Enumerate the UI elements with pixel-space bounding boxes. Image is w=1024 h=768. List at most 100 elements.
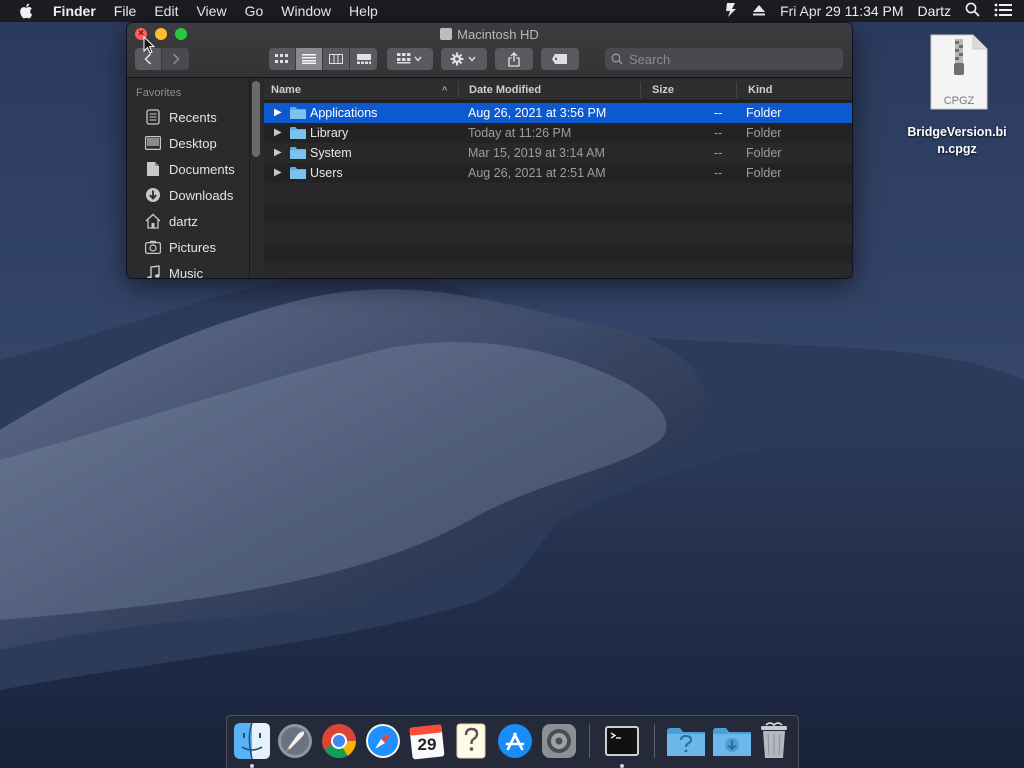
safari-icon <box>366 724 400 758</box>
dock-launchpad[interactable] <box>276 722 314 760</box>
sort-ascending-icon: ^ <box>442 85 448 95</box>
disclosure-triangle-icon[interactable]: ▶ <box>274 147 282 158</box>
sidebar-item-desktop[interactable]: Desktop <box>144 131 217 155</box>
gallery-view-button[interactable] <box>350 48 377 70</box>
desktop-icon <box>144 134 162 152</box>
column-kind[interactable]: Kind <box>748 84 772 96</box>
chrome-icon <box>322 724 356 758</box>
column-separator <box>640 82 641 98</box>
dock-downloads-folder[interactable] <box>711 722 751 760</box>
row-kind: Folder <box>746 166 782 180</box>
menu-view[interactable]: View <box>196 3 226 19</box>
table-row[interactable]: ▶ Applications Aug 26, 2021 at 3:56 PM -… <box>264 103 852 123</box>
column-date-modified[interactable]: Date Modified <box>469 84 541 96</box>
folder-icon <box>290 167 306 179</box>
column-size[interactable]: Size <box>652 84 674 96</box>
share-icon <box>508 51 520 67</box>
app-store-icon <box>498 724 532 758</box>
finder-icon <box>234 722 270 760</box>
group-by-button[interactable] <box>387 48 433 70</box>
dock-calendar[interactable]: 29 <box>408 722 446 760</box>
column-separator <box>458 82 459 98</box>
window-titlebar: × Macintosh HD Search <box>127 23 852 78</box>
desktop-file-name-line1: BridgeVersion.bi <box>907 125 1007 139</box>
notification-center-icon[interactable] <box>994 3 1012 20</box>
dock-system-preferences[interactable] <box>540 722 578 760</box>
disclosure-triangle-icon[interactable]: ▶ <box>274 127 282 138</box>
dock-trash[interactable] <box>757 722 795 760</box>
menu-window[interactable]: Window <box>281 3 331 19</box>
row-name: Library <box>310 126 349 140</box>
table-row[interactable]: ▶ System Mar 15, 2019 at 3:14 AM -- Fold… <box>264 143 852 163</box>
spotlight-search-icon[interactable] <box>965 2 980 20</box>
edit-tags-button[interactable] <box>541 48 579 70</box>
table-row[interactable]: ▶ Library Today at 11:26 PM -- Folder <box>264 123 852 143</box>
dock-app-store[interactable] <box>496 722 534 760</box>
sidebar-item-downloads[interactable]: Downloads <box>144 183 233 207</box>
column-view-button[interactable] <box>323 48 350 70</box>
dock-chrome[interactable] <box>320 722 358 760</box>
eject-icon[interactable] <box>752 3 766 20</box>
desktop-file-icon[interactable]: CPGZ <box>929 33 989 111</box>
sidebar-item-label: Documents <box>169 161 235 177</box>
row-name: Users <box>310 166 343 180</box>
pictures-icon <box>144 238 162 256</box>
menu-edit[interactable]: Edit <box>154 3 178 19</box>
sidebar-item-label: Downloads <box>169 187 234 203</box>
icon-view-button[interactable] <box>269 48 296 70</box>
sidebar-item-documents[interactable]: Documents <box>144 157 235 181</box>
row-size: -- <box>714 146 723 160</box>
menu-bar: Finder File Edit View Go Window Help Fri… <box>0 0 1024 22</box>
empty-row <box>264 263 852 278</box>
row-date: Mar 15, 2019 at 3:14 AM <box>468 146 605 160</box>
menu-file[interactable]: File <box>114 3 137 19</box>
sidebar-item-recents[interactable]: Recents <box>144 105 217 129</box>
sidebar: Favorites Recents Desktop Documents Down… <box>127 79 250 278</box>
sidebar-item-label: Desktop <box>169 135 217 151</box>
row-date: Today at 11:26 PM <box>468 126 572 140</box>
sidebar-scrollbar[interactable] <box>252 81 260 157</box>
disclosure-triangle-icon[interactable]: ▶ <box>274 107 282 118</box>
row-date: Aug 26, 2021 at 3:56 PM <box>468 106 607 120</box>
search-field[interactable]: Search <box>605 48 843 70</box>
dock-divider <box>589 724 590 758</box>
menu-go[interactable]: Go <box>245 3 264 19</box>
forward-button[interactable] <box>162 48 189 70</box>
list-view-button[interactable] <box>296 48 323 70</box>
table-row[interactable]: ▶ Users Aug 26, 2021 at 2:51 AM -- Folde… <box>264 163 852 183</box>
dock-finder[interactable] <box>233 722 271 760</box>
folder-icon <box>290 147 306 159</box>
dock-help-folder[interactable] <box>665 722 705 760</box>
file-type-badge: CPGZ <box>943 95 975 107</box>
dock: 29 <box>226 715 799 768</box>
sidebar-item-pictures[interactable]: Pictures <box>144 235 216 259</box>
sidebar-item-home[interactable]: dartz <box>144 209 198 233</box>
sidebar-item-label: Recents <box>169 109 217 125</box>
tool-status-icon[interactable] <box>724 2 738 21</box>
menu-help[interactable]: Help <box>349 3 378 19</box>
disclosure-triangle-icon[interactable]: ▶ <box>274 167 282 178</box>
row-name: System <box>310 146 352 160</box>
dock-safari[interactable] <box>364 722 402 760</box>
row-size: -- <box>714 106 723 120</box>
dock-help-viewer[interactable] <box>452 722 490 760</box>
desktop-file-name-line2: n.cpgz <box>937 142 977 156</box>
trash-icon <box>761 722 787 758</box>
share-button[interactable] <box>495 48 533 70</box>
menu-app-name[interactable]: Finder <box>53 3 96 19</box>
search-icon <box>611 53 623 65</box>
menu-user[interactable]: Dartz <box>918 3 951 19</box>
folder-icon <box>290 127 306 139</box>
column-header: Name ^ Date Modified Size Kind <box>264 79 852 101</box>
apple-menu-icon[interactable] <box>19 2 37 20</box>
system-preferences-icon <box>542 724 576 758</box>
action-menu-button[interactable] <box>441 48 487 70</box>
dock-divider <box>654 724 655 758</box>
menu-clock[interactable]: Fri Apr 29 11:34 PM <box>780 3 903 19</box>
column-name[interactable]: Name <box>271 84 301 96</box>
sidebar-item-music[interactable]: Music <box>144 261 203 278</box>
running-indicator <box>620 764 624 768</box>
desktop-file-name[interactable]: BridgeVersion.bi n.cpgz <box>897 124 1017 158</box>
dock-terminal[interactable] <box>603 722 641 760</box>
row-kind: Folder <box>746 106 782 120</box>
